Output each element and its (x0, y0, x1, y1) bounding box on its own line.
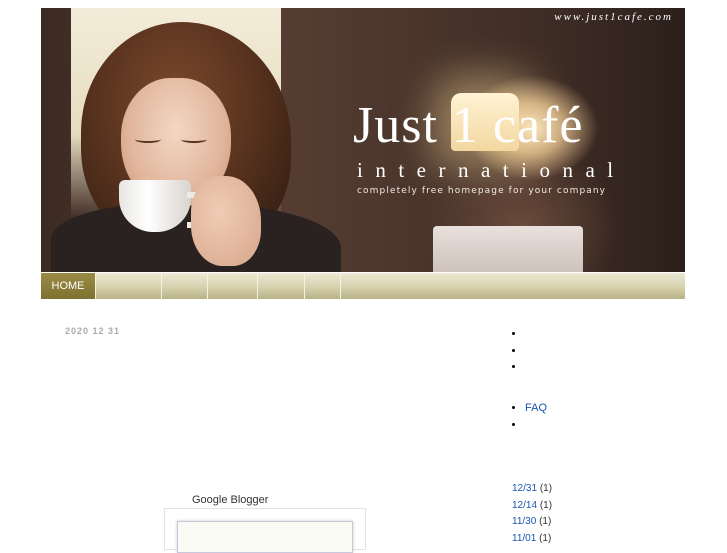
archive-item: 11/30 (1) (512, 514, 552, 531)
archive-date-link[interactable]: 11/01 (512, 533, 536, 544)
site-title: Just 1 café (353, 97, 584, 154)
banner-table (433, 226, 583, 272)
archive-count: (1) (539, 532, 552, 544)
archive-count: (1) (539, 483, 553, 494)
banner-eye (181, 136, 207, 143)
banner-eye (135, 136, 161, 143)
nav-item-5[interactable] (258, 273, 305, 299)
header-banner: www.just1cafe.com Just 1 café internatio… (41, 8, 685, 272)
archive-count: (1) (539, 516, 552, 527)
nav-item-3[interactable] (162, 273, 208, 299)
nav-item-4[interactable] (208, 273, 258, 299)
archive-count: (1) (539, 499, 553, 511)
widget-inner-frame (177, 521, 353, 553)
nav-item-7[interactable] (341, 273, 685, 299)
widget-label: Google Blogger (192, 494, 269, 506)
nav-item-6[interactable] (305, 273, 341, 299)
archive-item: 12/31 (1) (512, 481, 552, 498)
site-subtitle: international (357, 158, 626, 182)
faq-link[interactable]: FAQ (525, 402, 547, 414)
banner-hand (191, 176, 261, 266)
sidebar-list (511, 326, 525, 376)
list-item (525, 417, 547, 434)
nav-item-2[interactable] (96, 273, 162, 299)
archive-list: 12/31 (1) 12/14 (1) 11/30 (1) 11/01 (1) (512, 481, 552, 547)
sidebar-list-pages: FAQ (511, 400, 547, 433)
nav-item-home[interactable]: HOME (41, 273, 96, 299)
list-item: FAQ (525, 400, 547, 417)
main-nav: HOME (41, 273, 685, 299)
archive-date-link[interactable]: 12/31 (512, 483, 537, 494)
post-date: 2020 12 31 (65, 326, 121, 336)
archive-date-link[interactable]: 12/14 (512, 500, 537, 511)
archive-item: 12/14 (1) (512, 498, 552, 515)
google-blogger-widget (164, 508, 366, 553)
site-tagline: completely free homepage for your compan… (357, 186, 607, 196)
archive-date-link[interactable]: 11/30 (512, 516, 536, 527)
site-url: www.just1cafe.com (554, 11, 673, 23)
